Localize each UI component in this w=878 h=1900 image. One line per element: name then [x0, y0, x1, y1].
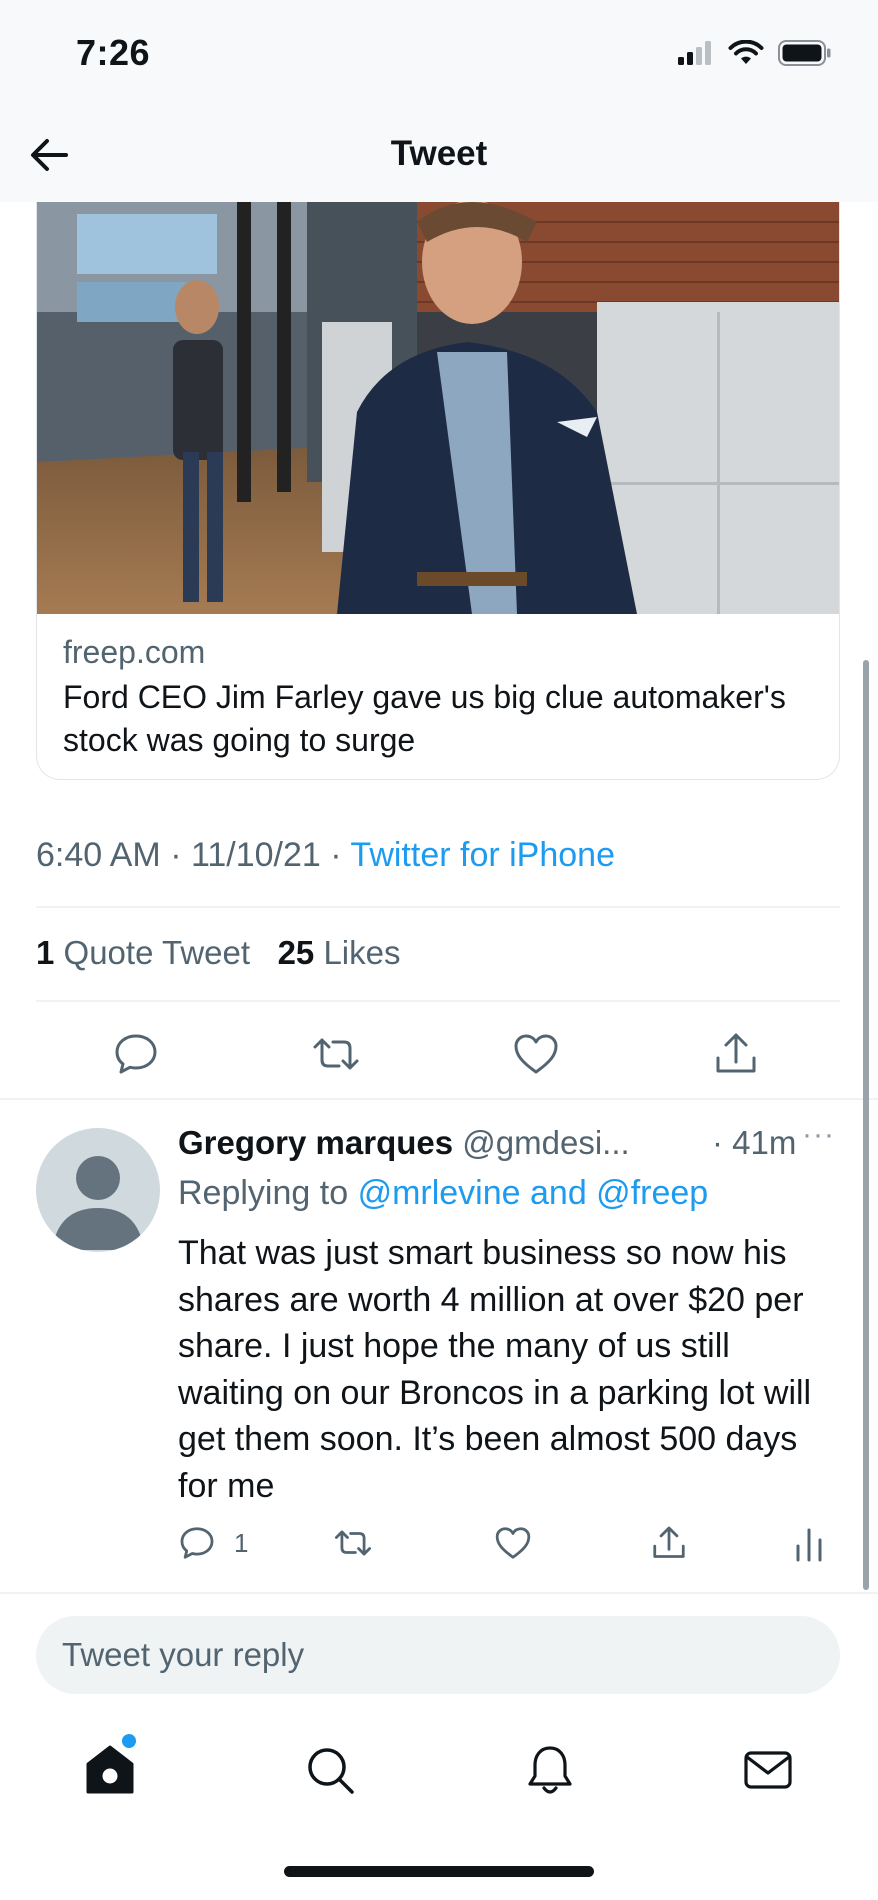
- like-button[interactable]: [512, 1030, 560, 1078]
- article-image: [37, 202, 839, 614]
- tweet-date: 11/10/21: [190, 836, 321, 874]
- status-icons: [678, 40, 832, 66]
- card-domain: freep.com: [63, 634, 206, 670]
- tweet-detail-screen: 7:26 Tweet freep.com Ford CEO Jim Farley…: [0, 0, 878, 1900]
- retweet-button[interactable]: [312, 1030, 360, 1078]
- default-avatar-icon: [52, 1156, 144, 1250]
- card-title: Ford CEO Jim Farley gave us big clue aut…: [63, 679, 786, 758]
- reply-retweet-button[interactable]: [334, 1524, 372, 1562]
- comment-icon: [180, 1527, 214, 1559]
- share-icon: [653, 1526, 685, 1558]
- mail-icon: [744, 1751, 792, 1789]
- divider: [0, 1098, 878, 1100]
- divider: [36, 1000, 840, 1002]
- tab-home[interactable]: [82, 1742, 138, 1798]
- tab-search[interactable]: [302, 1742, 358, 1798]
- status-bar: 7:26: [0, 0, 878, 110]
- quote-tweets-link[interactable]: 1 Quote Tweet: [36, 934, 250, 971]
- link-preview-card[interactable]: freep.com Ford CEO Jim Farley gave us bi…: [36, 202, 840, 780]
- likes-link[interactable]: 25 Likes: [278, 934, 401, 971]
- top-navigation-bar: Tweet: [0, 110, 878, 202]
- reply-author-name[interactable]: Gregory marques: [178, 1124, 453, 1161]
- tweet-stats: 1 Quote Tweet 25 Likes: [36, 934, 401, 972]
- reply-time: · 41m: [712, 1124, 797, 1161]
- home-icon: [86, 1745, 134, 1794]
- tweet-time: 6:40 AM: [36, 836, 161, 874]
- divider: [36, 906, 840, 908]
- status-time: 7:26: [76, 32, 151, 73]
- bell-icon: [528, 1746, 572, 1794]
- wifi-icon: [728, 40, 764, 64]
- reply-reply-button[interactable]: [178, 1524, 216, 1562]
- analytics-icon: [796, 1528, 822, 1562]
- reply-mentions[interactable]: @mrlevine and @freep: [358, 1174, 709, 1212]
- reply-button[interactable]: [112, 1030, 160, 1078]
- bottom-tab-bar: [0, 1710, 878, 1830]
- battery-icon: [778, 40, 831, 66]
- share-icon: [716, 1033, 756, 1073]
- tweet-actions: [0, 1030, 878, 1100]
- divider: [0, 1592, 878, 1594]
- avatar[interactable]: [36, 1128, 160, 1252]
- tweet-source-link[interactable]: Twitter for iPhone: [350, 836, 615, 874]
- search-icon: [308, 1748, 354, 1794]
- reply-input[interactable]: [62, 1616, 802, 1694]
- heart-icon: [514, 1034, 558, 1074]
- replying-to: Replying to @mrlevine and @freep: [178, 1174, 709, 1212]
- tab-notifications[interactable]: [522, 1742, 578, 1798]
- heart-icon: [495, 1527, 531, 1559]
- page-title: Tweet: [390, 134, 488, 173]
- reply-actions: 1: [0, 1524, 878, 1570]
- more-options-button[interactable]: ···: [802, 1118, 835, 1152]
- scrollbar[interactable]: [863, 660, 869, 1590]
- retweet-icon: [313, 1038, 359, 1070]
- home-indicator: [284, 1866, 594, 1877]
- share-button[interactable]: [712, 1030, 760, 1078]
- reply-like-button[interactable]: [494, 1524, 532, 1562]
- home-unread-dot: [122, 1734, 136, 1748]
- reply-share-button[interactable]: [650, 1524, 688, 1562]
- tweet-timestamp: 6:40 AM · 11/10/21 · Twitter for iPhone: [36, 836, 615, 874]
- retweet-icon: [334, 1530, 372, 1556]
- reply-author-handle[interactable]: @gmdesi...: [462, 1124, 629, 1161]
- signal-icon: [678, 41, 711, 65]
- reply-analytics-button[interactable]: [790, 1524, 828, 1562]
- reply-count: 1: [234, 1528, 249, 1558]
- tab-messages[interactable]: [740, 1742, 796, 1798]
- reply-text: That was just smart business so now his …: [178, 1234, 812, 1505]
- reply-composer[interactable]: [36, 1616, 840, 1694]
- comment-icon: [115, 1034, 157, 1074]
